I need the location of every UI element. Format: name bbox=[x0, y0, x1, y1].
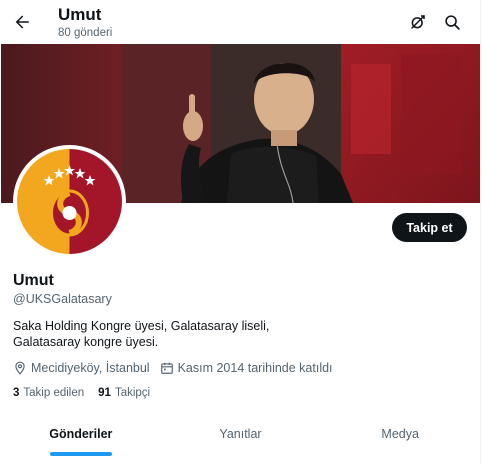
tab-replies-label: Yanıtlar bbox=[219, 427, 262, 441]
joined-item: Kasım 2014 tarihinde katıldı bbox=[160, 361, 333, 375]
following-label: Takip edilen bbox=[23, 387, 85, 399]
profile-page: Umut 80 gönderi Takip et Umut @UKSGalata… bbox=[0, 0, 481, 464]
active-tab-indicator bbox=[49, 452, 112, 456]
bio-line: Galatasaray kongre üyesi. bbox=[13, 335, 159, 349]
joined-text: Kasım 2014 tarihinde katıldı bbox=[177, 361, 333, 375]
tab-replies[interactable]: Yanıtlar bbox=[161, 412, 321, 464]
following-link[interactable]: 3 Takip edilen bbox=[13, 386, 84, 400]
location-text: Mecidiyeköy, İstanbul bbox=[31, 361, 150, 375]
search-button[interactable] bbox=[438, 8, 466, 36]
followers-count: 91 bbox=[98, 387, 111, 399]
tab-posts[interactable]: Gönderiler bbox=[1, 412, 161, 464]
top-bar: Umut 80 gönderi bbox=[0, 0, 480, 45]
followers-label: Takipçi bbox=[114, 387, 151, 399]
profile-meta: Mecidiyeköy, İstanbul Kasım 2014 tarihin… bbox=[13, 360, 343, 376]
tab-media[interactable]: Medya bbox=[320, 412, 480, 464]
bio-line: Saka Holding Kongre üyesi, Galatasaray l… bbox=[13, 319, 270, 333]
search-icon bbox=[444, 14, 460, 30]
location-pin-icon bbox=[15, 361, 25, 375]
follow-button[interactable]: Takip et bbox=[392, 213, 467, 242]
profile-bio: Saka Holding Kongre üyesi, Galatasaray l… bbox=[13, 318, 313, 350]
header-title-block: Umut 80 gönderi bbox=[58, 5, 112, 40]
grok-button[interactable] bbox=[404, 8, 432, 36]
tab-media-label: Medya bbox=[381, 427, 419, 441]
galatasaray-crest-avatar bbox=[17, 149, 122, 254]
profile-tabs: Gönderiler Yanıtlar Medya bbox=[1, 412, 480, 464]
post-count: 80 gönderi bbox=[58, 27, 113, 39]
profile-avatar[interactable] bbox=[13, 145, 126, 258]
tab-posts-label: Gönderiler bbox=[49, 427, 113, 441]
follow-counts: 3 Takip edilen 91 Takipçi bbox=[13, 386, 164, 400]
back-button[interactable] bbox=[6, 6, 38, 38]
location-item: Mecidiyeköy, İstanbul bbox=[13, 361, 150, 375]
calendar-icon bbox=[160, 362, 173, 374]
profile-handle: @UKSGalatasary bbox=[13, 292, 112, 306]
arrow-left-icon bbox=[15, 15, 29, 29]
followers-link[interactable]: 91 Takipçi bbox=[98, 386, 150, 400]
grok-icon bbox=[411, 15, 425, 29]
profile-name: Umut bbox=[13, 272, 54, 289]
following-count: 3 bbox=[13, 387, 20, 399]
page-title: Umut bbox=[58, 5, 102, 24]
